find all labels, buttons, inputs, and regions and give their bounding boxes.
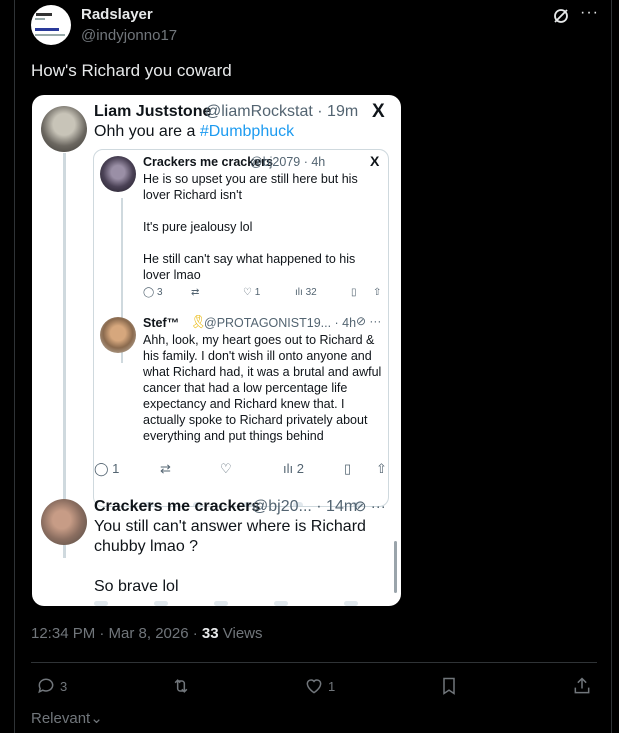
share-icon bbox=[574, 677, 590, 694]
liam-avatar bbox=[41, 106, 87, 152]
bookmark-icon: ▯ bbox=[351, 287, 357, 298]
post-timestamp[interactable]: 12:34 PM · Mar 8, 2026 · 33 Views bbox=[31, 625, 263, 642]
like-icon: ♡ bbox=[220, 461, 232, 476]
thread-line bbox=[63, 153, 66, 558]
like-button[interactable]: 1 bbox=[304, 676, 335, 696]
reply-icon: ◯ 3 bbox=[143, 287, 163, 298]
x-logo-icon: X bbox=[372, 101, 385, 122]
views-count: 33 bbox=[201, 625, 219, 642]
share-icon: ⇧ bbox=[373, 287, 382, 298]
post-text: How's Richard you coward bbox=[31, 61, 232, 80]
views-icon: ılı 32 bbox=[295, 287, 317, 298]
liam-actions: ◯ 1 ⇄ ♡ ılı 2 ▯ ⇧ bbox=[94, 461, 394, 477]
more-icon[interactable]: ··· bbox=[580, 4, 599, 22]
grok-icon: ⊘ ··· bbox=[354, 498, 386, 515]
divider bbox=[31, 662, 597, 663]
author-avatar[interactable] bbox=[31, 5, 71, 45]
liam-meta: @liamRockstat · 19m bbox=[205, 103, 359, 120]
stef-avatar bbox=[100, 317, 136, 353]
liam-name: Liam Juststone bbox=[94, 103, 212, 120]
crackers-reply-avatar bbox=[41, 499, 87, 545]
retweet-icon bbox=[174, 679, 188, 693]
retweet-icon: ⇄ bbox=[191, 287, 200, 298]
stef-meta: @PROTAGONIST19... · 4h bbox=[204, 316, 357, 330]
author-handle[interactable]: @indyjonno17 bbox=[81, 27, 177, 44]
bookmark-icon bbox=[443, 677, 455, 695]
reply-icon bbox=[38, 678, 54, 694]
quoted-meta: @bj2079 · 4h bbox=[250, 155, 326, 169]
bookmark-button[interactable] bbox=[439, 676, 459, 696]
like-count: 1 bbox=[328, 678, 336, 694]
reply-count: 3 bbox=[60, 678, 68, 694]
attached-image[interactable]: Liam Juststone @liamRockstat · 19m X Ohh… bbox=[32, 95, 401, 606]
stef-name: Stef™ bbox=[143, 316, 180, 330]
screenshot-scrollbar bbox=[394, 541, 397, 593]
chevron-down-icon: ⌄ bbox=[90, 710, 103, 727]
quoted-actions: ◯ 3 ⇄ ♡ 1 ılı 32 ▯ ⇧ bbox=[143, 287, 383, 301]
crackers-avatar bbox=[100, 156, 136, 192]
stef-text: Ahh, look, my heart goes out to Richard … bbox=[143, 333, 382, 443]
retweet-button[interactable] bbox=[171, 676, 191, 696]
views-icon: ılı 2 bbox=[283, 461, 304, 476]
reply-icon: ◯ 1 bbox=[94, 461, 120, 476]
grok-icon[interactable] bbox=[552, 7, 570, 30]
reply-button[interactable]: 3 bbox=[36, 676, 67, 696]
sort-dropdown[interactable]: Relevant⌄ bbox=[31, 709, 103, 727]
hashtag: #Dumbphuck bbox=[199, 123, 295, 140]
like-icon: ♡ 1 bbox=[243, 287, 261, 298]
reply-text: You still can't answer where is Richard … bbox=[94, 518, 366, 595]
author-name[interactable]: Radslayer bbox=[81, 6, 153, 23]
retweet-icon: ⇄ bbox=[160, 461, 171, 476]
quoted-body: He is so upset you are still here but hi… bbox=[143, 172, 358, 282]
cut-off-actions bbox=[94, 601, 384, 606]
like-icon bbox=[306, 679, 322, 694]
bookmark-icon: ▯ bbox=[344, 461, 352, 476]
liam-text: Ohh you are a #Dumbphuck bbox=[94, 123, 295, 140]
quoted-thread: Crackers me crackers @bj2079 · 4h X He i… bbox=[93, 149, 389, 507]
share-button[interactable] bbox=[572, 676, 592, 696]
reply-name: Crackers me crackers bbox=[94, 498, 261, 515]
reply-meta: @bj20... · 14m bbox=[252, 498, 358, 515]
share-icon: ⇧ bbox=[376, 461, 387, 476]
x-logo-icon: X bbox=[370, 153, 380, 169]
grok-icon: ⊘ ··· bbox=[356, 314, 382, 328]
